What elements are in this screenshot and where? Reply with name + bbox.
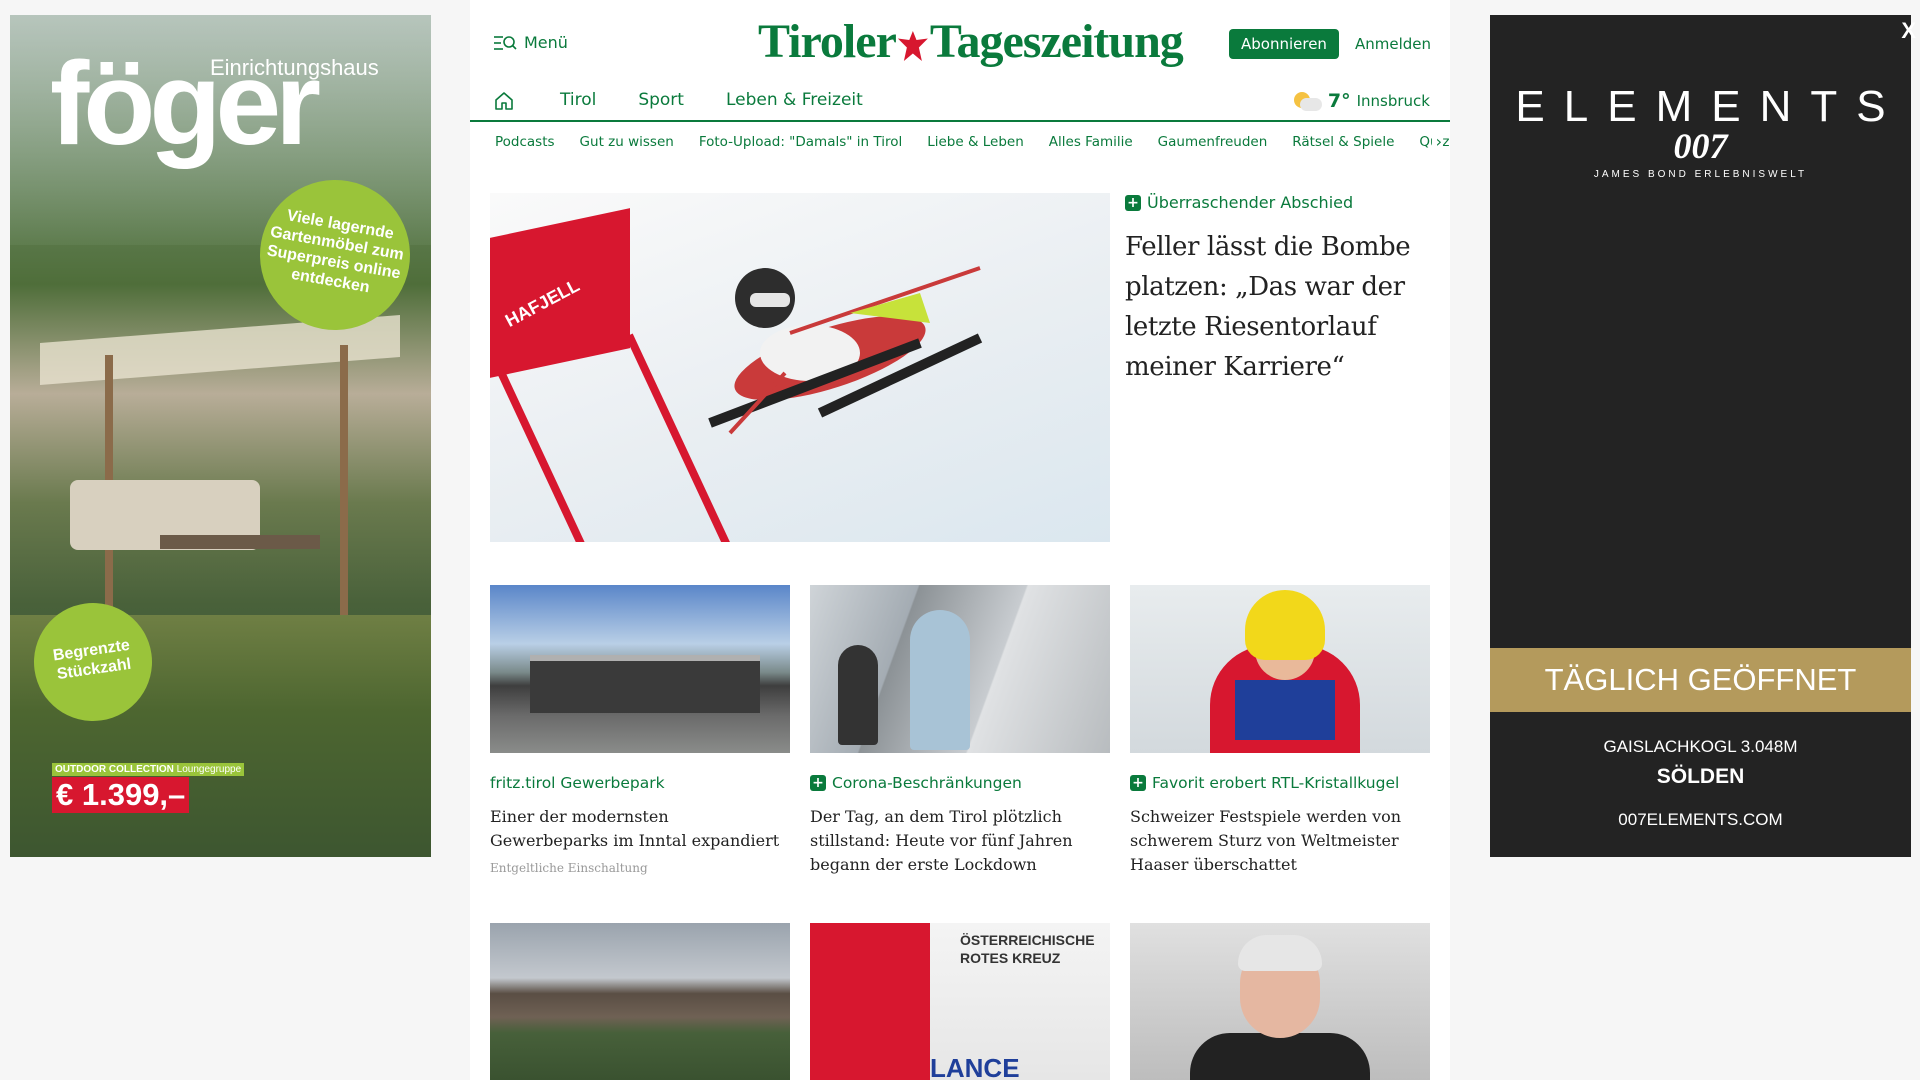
eagle-icon (897, 30, 928, 61)
subscribe-button[interactable]: Abonnieren (1229, 29, 1339, 59)
subnav-item-gaumenfreuden[interactable]: Gaumenfreuden (1158, 134, 1268, 150)
ad-007-logo: 007 (1673, 126, 1728, 166)
article-image[interactable] (1130, 923, 1430, 1080)
image-racer-helmet (1245, 590, 1325, 660)
weather-temperature: 7° (1327, 90, 1351, 112)
hero-kicker: + Überraschender Abschied (1125, 193, 1435, 213)
hero-image[interactable]: HAFJELL (490, 193, 1110, 542)
article-card[interactable] (490, 923, 790, 1080)
nav-item-tirol[interactable]: Tirol (560, 90, 596, 110)
login-link[interactable]: Anmelden (1355, 35, 1431, 53)
subnav-item-alles-familie[interactable]: Alles Familie (1049, 134, 1133, 150)
article-title[interactable]: Einer der modernsten Gewerbeparks im Inn… (490, 805, 790, 853)
ad-location: GAISLACHKOGL 3.048M (1603, 737, 1798, 756)
article-kicker: fritz.tirol Gewerbepark (490, 773, 790, 793)
left-advertisement[interactable]: Einrichtungshaus föger Viele lagernde Ga… (10, 15, 431, 857)
weather-widget[interactable]: 7° Innsbruck (1293, 90, 1430, 112)
ad-town: SÖLDEN (1656, 765, 1745, 788)
hero-teaser[interactable]: + Überraschender Abschied Feller lässt d… (1125, 193, 1435, 387)
menu-label: Menü (524, 33, 568, 52)
article-card[interactable]: fritz.tirol Gewerbepark Einer der modern… (490, 585, 790, 875)
image-person (838, 645, 878, 745)
article-title[interactable]: Der Tag, an dem Tirol plötzlich stillsta… (810, 805, 1110, 877)
ad-close-button[interactable]: X (1901, 18, 1916, 44)
premium-plus-icon: + (810, 775, 826, 791)
ad-website: 007ELEMENTS.COM (1618, 810, 1783, 829)
article-image[interactable] (1130, 585, 1430, 753)
article-image[interactable] (810, 585, 1110, 753)
logo-text-right: Tageszeitung (929, 15, 1184, 68)
menu-button[interactable]: Menü (493, 33, 568, 52)
article-card[interactable]: + Corona-Beschränkungen Der Tag, an dem … (810, 585, 1110, 877)
home-icon[interactable] (493, 90, 515, 112)
right-advertisement[interactable]: X ELEMENTS 007 JAMES BOND ERLEBNISWELT T… (1490, 15, 1916, 857)
article-image[interactable] (490, 585, 790, 753)
article-title[interactable]: Schweizer Festspiele werden von schwerem… (1130, 805, 1430, 877)
image-text: LANCE (930, 1053, 1020, 1080)
article-image[interactable] (490, 923, 790, 1080)
partly-cloudy-icon (1293, 90, 1322, 112)
image-building (530, 655, 760, 713)
article-kicker-text: Favorit erobert RTL-Kristallkugel (1152, 774, 1400, 792)
article-kicker-text: fritz.tirol Gewerbepark (490, 774, 665, 792)
premium-plus-icon: + (1125, 195, 1141, 211)
article-kicker-text: Corona-Beschränkungen (832, 774, 1022, 792)
article-image[interactable]: ÖSTERREICHISCHE ROTES KREUZ LANCE (810, 923, 1110, 1080)
ad-collection-sub: Loungegruppe (176, 764, 242, 775)
image-suit (1190, 1033, 1370, 1080)
site-header: Menü Tiroler Tageszeitung Abonnieren Anme… (470, 0, 1450, 90)
weather-city: Innsbruck (1356, 92, 1430, 110)
hero-kicker-text: Überraschender Abschied (1147, 193, 1354, 212)
article-kicker: + Favorit erobert RTL-Kristallkugel (1130, 773, 1430, 793)
premium-plus-icon: + (1130, 775, 1146, 791)
logo-text-left: Tiroler (758, 15, 897, 68)
subnav-item-raetsel-spiele[interactable]: Rätsel & Spiele (1292, 134, 1394, 150)
ad-brand-logo: föger (50, 38, 321, 170)
ad-subtitle: JAMES BOND ERLEBNISWELT (1593, 169, 1808, 180)
nav-item-sport[interactable]: Sport (638, 90, 684, 110)
main-nav: Tirol Sport Leben & Freizeit 7° Innsbruc… (470, 90, 1450, 122)
subnav-item-podcasts[interactable]: Podcasts (495, 134, 555, 150)
chevron-right-icon[interactable]: › (1431, 132, 1442, 151)
menu-search-icon (494, 35, 517, 50)
ad-post (340, 345, 348, 615)
image-person (910, 610, 970, 750)
nav-items: Tirol Sport Leben & Freizeit (560, 90, 863, 110)
image-racer-bib (1235, 680, 1335, 740)
ad-open-daily-band: TÄGLICH GEÖFFNET (1490, 648, 1911, 712)
ad-price: € 1.399,– (52, 777, 190, 813)
image-red-jacket (810, 923, 930, 1080)
skier-figure (708, 266, 983, 435)
article-card[interactable] (1130, 923, 1430, 1080)
subnav-item-liebe-leben[interactable]: Liebe & Leben (927, 134, 1024, 150)
site-logo[interactable]: Tiroler Tageszeitung (758, 14, 1184, 69)
subnav-item-foto-upload[interactable]: Foto-Upload: "Damals" in Tirol (699, 134, 902, 150)
sub-nav: Podcasts Gut zu wissen Foto-Upload: "Dam… (470, 122, 1450, 162)
subnav-item-gut-zu-wissen[interactable]: Gut zu wissen (580, 134, 674, 150)
ad-table (160, 535, 320, 549)
paid-content-label: Entgeltliche Einschaltung (490, 861, 648, 875)
hero-headline[interactable]: Feller lässt die Bombe platzen: „Das war… (1125, 227, 1435, 387)
main-content: Menü Tiroler Tageszeitung Abonnieren Anme… (470, 0, 1450, 1080)
ad-collection-label: OUTDOOR COLLECTION Loungegruppe (52, 763, 245, 776)
ad-collection-name: OUTDOOR COLLECTION (55, 764, 174, 775)
article-kicker: + Corona-Beschränkungen (810, 773, 1110, 793)
image-text: ÖSTERREICHISCHE ROTES KREUZ (960, 932, 1095, 966)
nav-item-leben-freizeit[interactable]: Leben & Freizeit (726, 90, 863, 110)
article-card[interactable]: ÖSTERREICHISCHE ROTES KREUZ LANCE (810, 923, 1110, 1080)
image-hair (1238, 935, 1322, 971)
article-card[interactable]: + Favorit erobert RTL-Kristallkugel Schw… (1130, 585, 1430, 877)
